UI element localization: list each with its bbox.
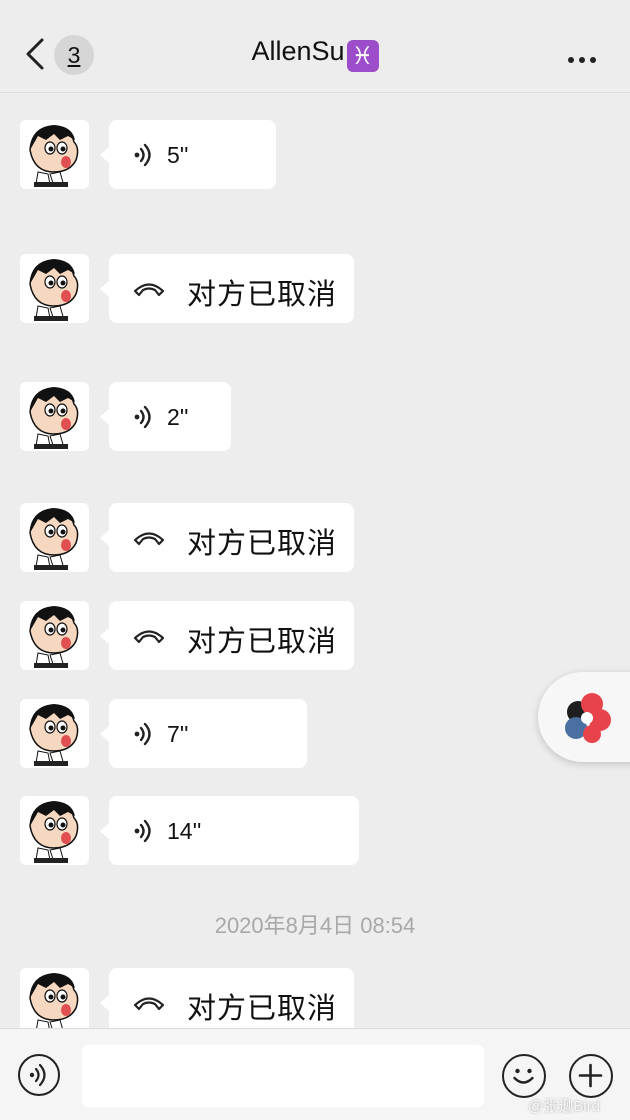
contact-name: AllenSu bbox=[251, 36, 345, 66]
avatar[interactable] bbox=[20, 968, 89, 1037]
more-icon[interactable] bbox=[568, 50, 604, 63]
call-message-bubble[interactable]: 对方已取消 bbox=[100, 601, 354, 670]
chat-title: AllenSu ♓ bbox=[0, 36, 630, 72]
chat-header: 3 AllenSu ♓ bbox=[0, 0, 630, 93]
message-input[interactable] bbox=[82, 1045, 484, 1107]
phone-hangup-icon bbox=[133, 532, 165, 546]
phone-hangup-icon bbox=[133, 630, 165, 644]
voice-input-button[interactable] bbox=[18, 1054, 60, 1096]
voice-icon bbox=[134, 722, 151, 746]
avatar[interactable] bbox=[20, 796, 89, 865]
voice-duration: 5'' bbox=[167, 142, 189, 168]
call-message-bubble[interactable]: 对方已取消 bbox=[100, 503, 354, 572]
pisces-emoji: ♓ bbox=[346, 40, 379, 72]
voice-message-bubble[interactable]: 2'' bbox=[100, 382, 231, 451]
voice-duration: 7'' bbox=[167, 721, 189, 747]
call-status-text: 对方已取消 bbox=[187, 528, 338, 560]
call-message-bubble[interactable]: 对方已取消 bbox=[100, 968, 354, 1037]
input-toolbar: @张逊Bird bbox=[0, 1028, 630, 1120]
avatar[interactable] bbox=[20, 254, 89, 323]
message-row: 7'' bbox=[0, 699, 630, 769]
message-row: 对方已取消 bbox=[0, 503, 630, 573]
call-status-text: 对方已取消 bbox=[187, 993, 338, 1025]
voice-duration: 2'' bbox=[167, 404, 189, 430]
emoji-button[interactable] bbox=[502, 1054, 546, 1098]
message-row: 14'' bbox=[0, 796, 630, 866]
emoji-icon bbox=[513, 1068, 534, 1084]
call-status-text: 对方已取消 bbox=[187, 279, 338, 311]
floating-app-icon bbox=[565, 693, 611, 743]
voice-message-bubble[interactable]: 5'' bbox=[100, 120, 276, 189]
avatar[interactable] bbox=[20, 503, 89, 572]
voice-message-bubble[interactable]: 14'' bbox=[100, 796, 359, 865]
call-status-text: 对方已取消 bbox=[187, 626, 338, 658]
avatar[interactable] bbox=[20, 382, 89, 451]
message-row: 对方已取消 bbox=[0, 601, 630, 671]
plus-icon bbox=[578, 1063, 603, 1088]
avatar[interactable] bbox=[20, 699, 89, 768]
voice-icon bbox=[134, 405, 151, 429]
voice-message-bubble[interactable]: 7'' bbox=[100, 699, 307, 768]
watermark: @张逊Bird bbox=[528, 1098, 600, 1115]
avatar[interactable] bbox=[20, 601, 89, 670]
voice-icon bbox=[134, 143, 151, 167]
call-message-bubble[interactable]: 对方已取消 bbox=[100, 254, 354, 323]
more-functions-button[interactable] bbox=[569, 1054, 613, 1098]
voice-icon bbox=[29, 1063, 46, 1087]
phone-hangup-icon bbox=[133, 283, 165, 297]
message-row: 5'' bbox=[0, 120, 630, 190]
message-row: 2'' bbox=[0, 382, 630, 452]
message-timestamp: 2020年8月4日 08:54 bbox=[214, 913, 416, 938]
voice-duration: 14'' bbox=[167, 818, 202, 844]
floating-window-widget[interactable] bbox=[538, 672, 630, 762]
phone-hangup-icon bbox=[133, 997, 165, 1011]
message-row: 对方已取消 bbox=[0, 254, 630, 324]
voice-icon bbox=[134, 819, 151, 843]
avatar[interactable] bbox=[20, 120, 89, 189]
